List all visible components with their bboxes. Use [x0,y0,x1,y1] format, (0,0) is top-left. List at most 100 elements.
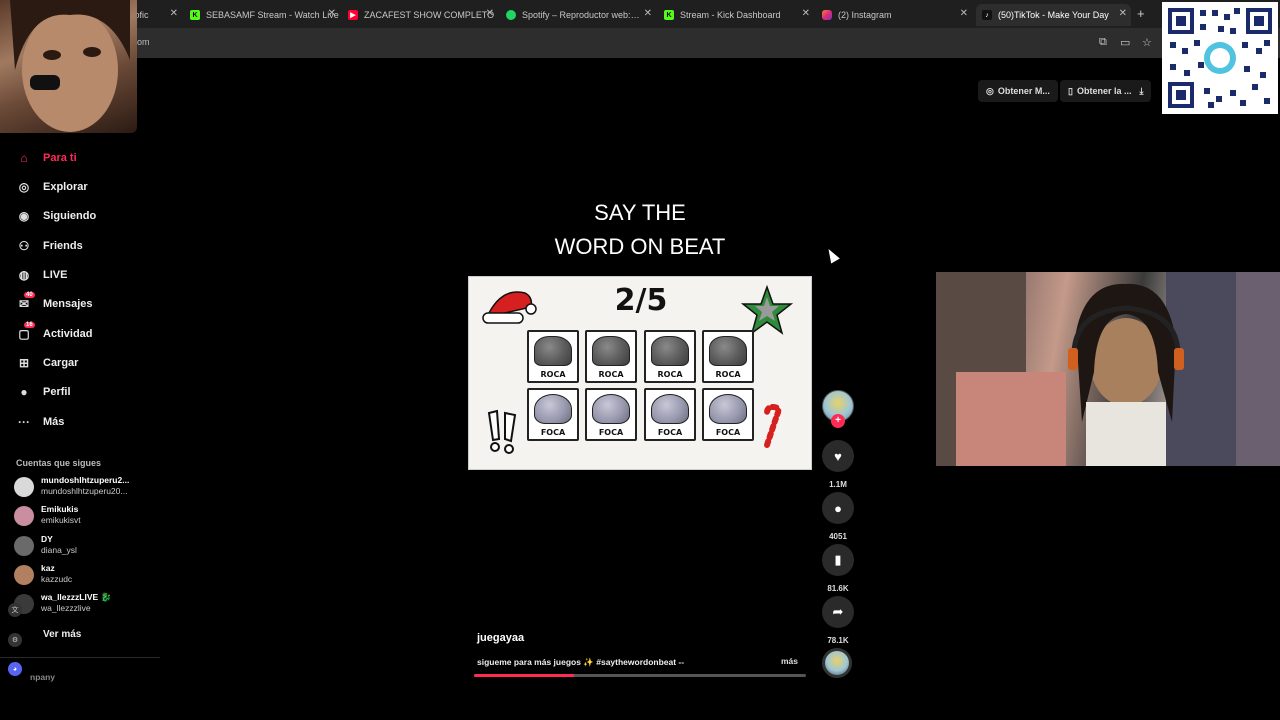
account-username: diana_ysl [41,545,77,555]
comment-action[interactable]: ● 4051 [822,492,854,541]
seal-icon [534,394,572,424]
share-count: 78.1K [827,636,849,645]
screen: xofic ✕ K SEBASAMF Stream - Watch Live ✕… [0,0,1280,720]
messages-badge: 40 [24,292,35,298]
tab-4[interactable]: Spotify – Reproductor web: mú ✕ [506,4,656,26]
follow-plus-button[interactable]: + [831,414,845,428]
avatar [14,536,34,556]
nav-label: Actividad [43,328,93,340]
webcam-room-image [936,272,1280,466]
download-icon: ⤓ [1139,85,1144,96]
seal-icon [709,394,747,424]
rock-icon [651,336,689,366]
tab-6[interactable]: (2) Instagram ✕ [822,4,972,26]
tab-close-icon[interactable]: ✕ [170,8,178,19]
account-name: Emikukis [41,504,79,514]
avatar [14,506,34,526]
nav-para-ti[interactable]: ⌂ Para ti [16,148,77,168]
tab-close-icon[interactable]: ✕ [328,8,336,19]
bookmark-icon[interactable]: ▮ [822,544,854,576]
word-card-seal-3: FOCA [644,388,696,441]
nav-live[interactable]: ◍ LIVE [16,265,68,285]
nav-perfil[interactable]: ● Perfil [16,382,70,402]
translate-mini-icon[interactable]: 文 [8,603,22,617]
nav-actividad[interactable]: ▢ 16 Actividad [16,322,93,344]
video-title-line1: SAY THE [594,200,686,225]
share-icon[interactable]: ➦ [822,596,854,628]
save-action[interactable]: ▮ 81.6K [822,544,854,593]
tab-close-icon[interactable]: ✕ [802,8,810,19]
tiktok-icon: ♪ [982,10,992,20]
account-username: emikukisvt [41,515,81,525]
heart-icon[interactable]: ♥ [822,440,854,472]
candy-cane-icon [764,403,782,448]
spotify-icon [506,10,516,20]
video-progress-bar[interactable] [474,674,806,677]
comment-count: 4051 [829,532,847,541]
new-tab-button[interactable]: + [1137,6,1145,21]
account-username: wa_llezzzlive [41,603,91,613]
avatar [14,477,34,497]
nav-siguiendo[interactable]: ◉ Siguiendo [16,206,96,226]
account-username: kazzudc [41,574,73,584]
card-label: FOCA [715,428,741,437]
comment-icon[interactable]: ● [822,492,854,524]
nav-mas[interactable]: ··· Más [16,412,64,432]
address-bar[interactable]: om ⧉ ▭ ☆ [0,28,1280,58]
translate-icon[interactable]: ⧉ [1099,36,1107,49]
music-disc-icon[interactable] [822,648,852,678]
share-action[interactable]: ➦ 78.1K [822,596,854,645]
nav-label: Más [43,416,65,428]
card-label: ROCA [657,370,683,379]
tab-1[interactable]: xofic ✕ [130,4,182,26]
discord-icon[interactable]: ◕ [8,662,22,676]
url-text[interactable]: om [137,37,150,47]
tab-5[interactable]: K Stream - Kick Dashboard ✕ [664,4,814,26]
see-more-link[interactable]: Ver más [43,629,81,640]
following-account-2[interactable]: Emikukis emikukisvt [14,504,154,530]
tab-close-icon[interactable]: ✕ [1119,8,1127,19]
word-card-seal-4: FOCA [702,388,754,441]
get-app-button[interactable]: ▯ Obtener la ... ⤓ [1060,80,1152,102]
word-card-rock-4: ROCA [702,330,754,383]
tab-close-icon[interactable]: ✕ [960,8,968,19]
nav-friends[interactable]: ⚇ Friends [16,236,83,256]
browser-tab-bar: xofic ✕ K SEBASAMF Stream - Watch Live ✕… [0,0,1280,28]
tab-close-icon[interactable]: ✕ [486,8,494,19]
cast-icon[interactable]: ▭ [1120,36,1130,49]
like-count: 1.1M [829,480,847,489]
nav-cargar[interactable]: ⊞ Cargar [16,353,79,373]
tab-close-icon[interactable]: ✕ [644,8,652,19]
video-author[interactable]: juegayaa [477,632,524,644]
qr-code-image [1162,2,1278,114]
following-account-4[interactable]: kaz kazzudc [14,563,154,589]
card-label: ROCA [715,370,741,379]
card-label: FOCA [598,428,624,437]
following-section-title: Cuentas que sigues [16,458,102,468]
settings-mini-icon[interactable]: ⚙ [8,633,22,647]
nav-mensajes[interactable]: ✉ 40 Mensajes [16,292,93,314]
nav-explorar[interactable]: ◎ Explorar [16,177,88,197]
following-account-5[interactable]: wa_llezzzLIVE 🐉 wa_llezzzlive [14,592,154,618]
bookmark-star-icon[interactable]: ☆ [1142,36,1152,49]
seal-icon [592,394,630,424]
get-coins-button[interactable]: ◎ Obtener M... [978,80,1058,102]
account-name: wa_llezzzLIVE 🐉 [41,592,112,602]
following-account-1[interactable]: mundoshlhtzuperu2... mundoshlhtzuperu20.… [14,475,154,501]
word-card-seal-1: FOCA [527,388,579,441]
star-icon [741,285,793,335]
tab-7-active[interactable]: ♪ (50)TikTok - Make Your Day ✕ [976,4,1131,26]
following-account-3[interactable]: DY diana_ysl [14,534,154,560]
like-action[interactable]: ♥ 1.1M [822,440,854,489]
video-progress-fill [474,674,574,677]
following-icon: ◉ [18,209,30,223]
activity-icon: ▢ 16 [18,322,35,341]
company-link[interactable]: npany [30,672,55,682]
video-game-frame[interactable]: 2/5 ROCA ROCA ROCA ROCA FOCA FOCA FOCA F… [468,276,812,470]
tab-2[interactable]: K SEBASAMF Stream - Watch Live ✕ [190,4,340,26]
button-label: Obtener la ... [1076,86,1132,96]
nav-label: Para ti [43,152,77,164]
description-more-link[interactable]: más [781,656,798,666]
tab-3[interactable]: ▶ ZACAFEST SHOW COMPLETO ✕ [348,4,498,26]
word-card-seal-2: FOCA [585,388,637,441]
